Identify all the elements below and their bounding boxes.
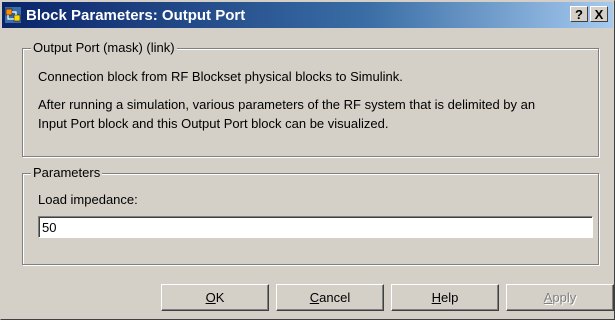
title-bar[interactable]: Block Parameters: Output Port ? X: [2, 2, 613, 28]
ok-mnemonic: O: [205, 290, 216, 305]
help-mnemonic: H: [431, 290, 442, 305]
mask-group-legend: Output Port (mask) (link): [31, 40, 177, 56]
cancel-label-rest: ancel: [319, 290, 351, 305]
ok-button[interactable]: OK: [161, 284, 269, 311]
apply-label-rest: pply: [552, 290, 577, 305]
cancel-mnemonic: C: [309, 290, 320, 305]
parameters-group-legend: Parameters: [31, 165, 103, 181]
help-button[interactable]: Help: [391, 284, 499, 311]
load-impedance-label: Load impedance:: [38, 192, 138, 207]
simulink-block-icon: [5, 7, 21, 23]
parameters-group: Parameters Load impedance:: [22, 165, 599, 265]
mask-description-paragraph: After running a simulation, various para…: [38, 95, 535, 133]
ok-label-rest: K: [215, 290, 225, 305]
apply-mnemonic: A: [543, 290, 553, 305]
load-impedance-input[interactable]: [38, 216, 593, 238]
mask-description-group: Output Port (mask) (link) Connection blo…: [22, 40, 599, 157]
help-title-button[interactable]: ?: [570, 6, 588, 22]
window-title: Block Parameters: Output Port: [26, 6, 246, 24]
dialog-window: Block Parameters: Output Port ? X Output…: [0, 0, 615, 320]
mask-description-line3: Input Port block and this Output Port bl…: [38, 116, 389, 131]
help-label-rest: elp: [441, 290, 459, 305]
apply-button[interactable]: Apply: [506, 284, 614, 311]
close-title-button[interactable]: X: [590, 6, 608, 22]
mask-description-line1: Connection block from RF Blockset physic…: [38, 69, 403, 84]
cancel-button[interactable]: Cancel: [276, 284, 384, 311]
mask-description-line2: After running a simulation, various para…: [38, 97, 536, 112]
